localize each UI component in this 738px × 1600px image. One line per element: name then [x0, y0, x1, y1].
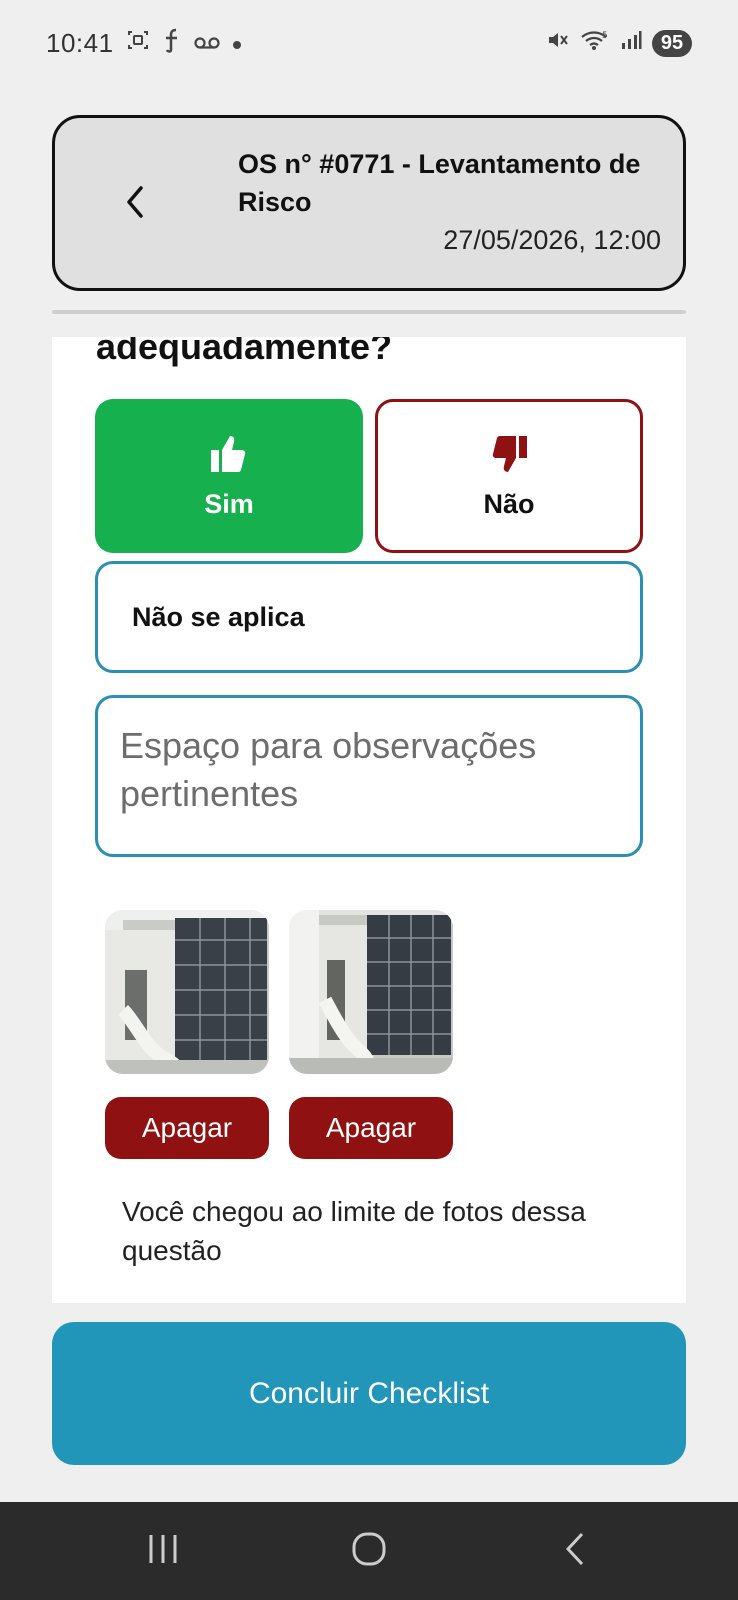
recent-apps-button[interactable]: [133, 1524, 193, 1578]
status-time: 10:41: [46, 27, 114, 58]
thumbs-up-icon: [207, 432, 251, 481]
svg-text:5: 5: [602, 31, 608, 41]
question-panel[interactable]: adequadamente? Sim Não Não se aplica Esp…: [52, 337, 686, 1303]
observations-field[interactable]: Espaço para observações pertinentes: [95, 695, 643, 857]
delete-photo-button[interactable]: Apagar: [289, 1097, 453, 1159]
dot-icon: [232, 30, 242, 56]
status-left: 10:41: [46, 27, 242, 59]
mute-icon: [546, 28, 570, 59]
screenshot-icon: [126, 28, 150, 58]
wifi-icon: 5: [580, 28, 610, 59]
home-button[interactable]: [339, 1524, 399, 1578]
observations-placeholder: Espaço para observações pertinentes: [120, 725, 537, 814]
recent-apps-icon: [146, 1533, 180, 1570]
battery-icon: 95: [652, 29, 692, 57]
status-right: 5 95: [546, 28, 692, 59]
thumbs-down-icon: [487, 432, 531, 481]
navigation-bar: [0, 1502, 738, 1600]
photo-thumbnail[interactable]: [289, 910, 453, 1074]
header-card: OS n° #0771 - Levantamento de Risco 27/0…: [52, 115, 686, 291]
question-text: adequadamente?: [96, 337, 393, 367]
delete-photo-button[interactable]: Apagar: [105, 1097, 269, 1159]
f-icon: [162, 27, 182, 59]
no-button-label: Não: [483, 489, 535, 519]
page-title: OS n° #0771 - Levantamento de Risco: [238, 149, 641, 217]
not-applicable-label: Não se aplica: [132, 601, 305, 632]
no-button[interactable]: Não: [375, 399, 643, 553]
yes-button[interactable]: Sim: [95, 399, 363, 553]
photo-thumbnail[interactable]: [105, 910, 269, 1074]
photo-limit-message: Você chegou ao limite de fotos dessa que…: [122, 1196, 586, 1266]
back-icon: [563, 1532, 587, 1571]
system-back-button[interactable]: [545, 1524, 605, 1578]
home-icon: [351, 1531, 387, 1572]
back-button[interactable]: [115, 180, 155, 228]
header-datetime: 27/05/2026, 12:00: [443, 225, 661, 255]
voicemail-icon: [193, 30, 220, 56]
signal-icon: [620, 29, 642, 58]
header-divider: [52, 310, 686, 314]
chevron-left-icon: [123, 184, 147, 225]
yes-button-label: Sim: [204, 489, 254, 519]
not-applicable-option[interactable]: Não se aplica: [95, 561, 643, 673]
conclude-checklist-button[interactable]: Concluir Checklist: [52, 1322, 686, 1465]
status-bar: 10:41 5 95: [0, 0, 738, 86]
